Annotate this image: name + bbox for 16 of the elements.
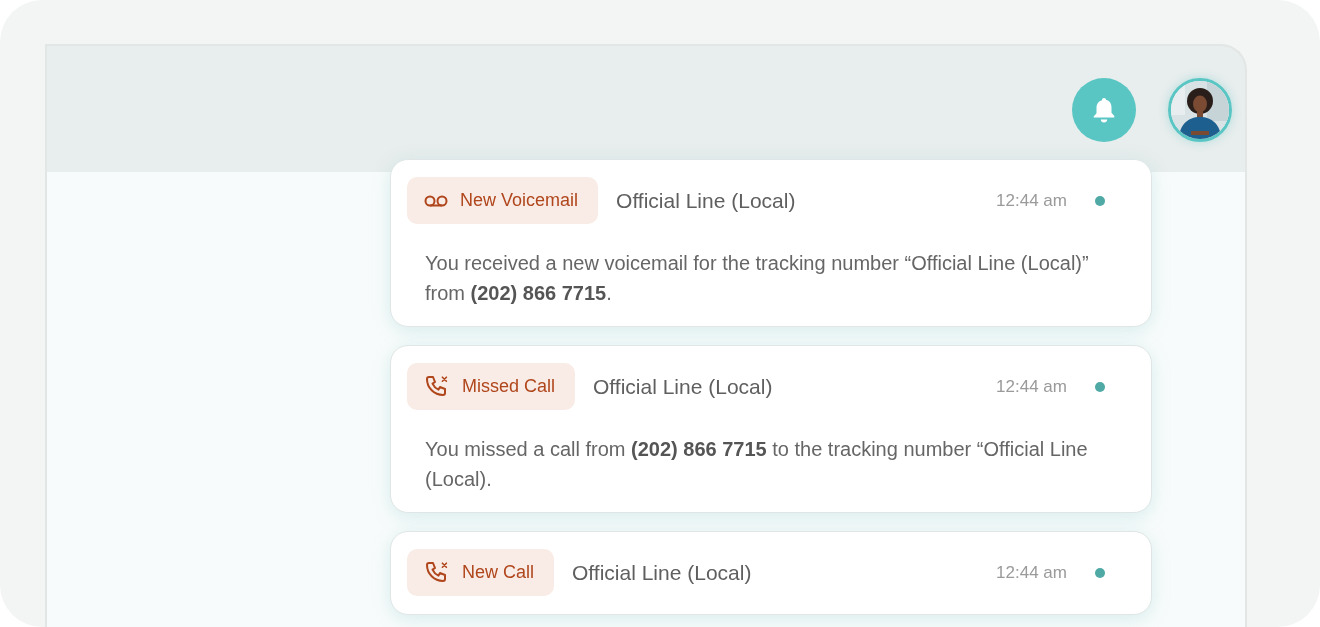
time-label: 12:44 am — [996, 562, 1067, 583]
notification-card[interactable]: New Call Official Line (Local) 12:44 am — [390, 531, 1152, 615]
tracking-line: Official Line (Local) — [593, 374, 774, 399]
bell-icon — [1091, 95, 1117, 124]
notification-card[interactable]: New Voicemail Official Line (Local) 12:44 am You received a new voicemail for the tracking number “Official Line (Local)” from (202) 866 7715. — [390, 159, 1152, 327]
notification-badge: New Voicemail — [407, 177, 599, 224]
tracking-line: Official Line (Local) — [572, 560, 753, 585]
voicemail-icon — [424, 193, 448, 208]
notification-badge: Missed Call — [407, 363, 576, 410]
notification-card[interactable]: Missed Call Official Line (Local) 12:44 am You missed a call from (202) 866 7715 to the tracking number “Official Line (Local). — [390, 345, 1152, 513]
message-text: You missed a call from (202) 866 7715 to the tracking number “Official Line (Local). — [425, 437, 1089, 492]
message-text: You received a new voicemail for the tracking number “Official Line (Local)” from (202) 866 7715. — [425, 251, 1090, 306]
notification-badge: New Call — [407, 549, 555, 596]
time-label: 12:44 am — [996, 190, 1067, 211]
tracking-line: Official Line (Local) — [616, 188, 797, 213]
time-label: 12:44 am — [996, 376, 1067, 397]
